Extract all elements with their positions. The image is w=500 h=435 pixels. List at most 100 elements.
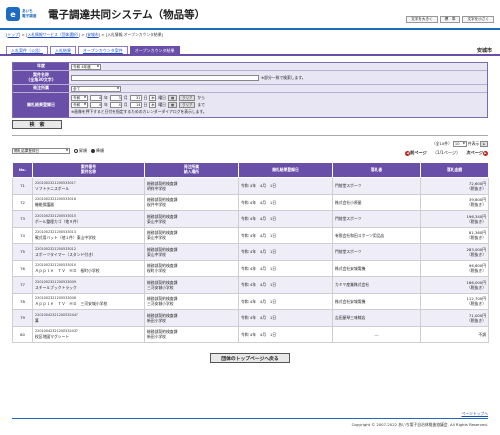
tab-open-counter-cases[interactable]: オープンカウンタ案件 [78,46,128,54]
tab-bid-notices[interactable]: 入札案件（公告） [6,46,48,54]
case-name-link[interactable]: Ａｐｐｌｅ ＴＶ ＨＤ 三河安城小学校 [35,301,142,306]
per-page-select[interactable]: 10 [452,141,467,147]
delivery-place: 東山中学校 [147,251,166,257]
table-row: 74 2201002321200533013 軟式用バット（他１件）東山中学校 総務部… [12,226,489,244]
winner: カミヤ産業株式会社 [332,276,421,294]
next-page-link[interactable]: 次ページ▶ [466,150,488,156]
from-weekday: 木 [149,95,157,101]
amount-cell: 196,340円 （税抜き） [420,210,489,228]
font-small-button[interactable]: 文字を小さく [462,16,494,23]
amount: 不調 [478,331,486,337]
tax-note: （税抜き） [467,268,486,274]
dept-cell: 総務部契約検査課 三河安城小学校 [144,276,239,294]
row-no: 76 [12,259,33,277]
to-suffix: まで [197,102,205,107]
case-name-link[interactable]: スチールブックトラック [35,285,142,290]
delivery-place: 東山中学校 [147,235,166,241]
to-era-select[interactable]: 令和 [71,102,88,108]
winner: 株式会社安城電機 [332,259,421,277]
tax-note: （税抜き） [467,317,486,323]
amount-cell: 283,000円 （税抜き） [420,243,489,261]
per-page-control: （全10件） 10 件表示 ▸ [432,141,488,147]
case-name-link[interactable]: 校区地図マグシート [35,334,142,339]
from-year-input[interactable]: 4 [90,95,102,101]
tab-bid-results[interactable]: 入札結果 [50,46,76,54]
table-row: 75 2201002321200533012 スポーツタイマー（スタンド付き） 総務部… [12,243,489,261]
back-to-org-top-button[interactable]: 団体のトップページへ戻る [210,353,290,363]
ascending-radio[interactable]: 昇順 [74,148,87,154]
row-no: 71 [12,177,33,195]
case-cell: 2201002321200533009 スチールブックトラック [32,276,145,294]
table-row: 77 2201002321200533009 スチールブックトラック 総務部契約検査課… [12,276,489,294]
amount-cell: 71,000円 （税抜き） [420,309,489,327]
logo-line2: 電子調達 [22,14,37,18]
to-clear-button[interactable]: クリア [179,102,196,108]
amount-cell: 166,000円 （税抜き） [420,276,489,294]
winner: 株式会社安城電機 [332,292,421,310]
to-year-input[interactable]: 4 [90,102,102,108]
case-cell: 2201004232120053243? 校区地図マグシート [32,325,145,343]
case-name-link[interactable]: ボール整理カゴ（他９件） [35,219,142,224]
table-row: 73 2201002321200533015 ボール整理カゴ（他９件） 総務部契約検査… [12,210,489,228]
delivery-place: 三河安城小学校 [147,284,174,290]
breadcrumb-top[interactable]: トップ [7,32,18,37]
winner: 門前堂スポーツ [332,243,421,261]
to-weekday-label: 曜日 [158,102,166,107]
breadcrumb-org-select[interactable]: 入札情報サービス（団体選択） [27,32,78,37]
tab-bar: 入札案件（公告） 入札結果 オープンカウンタ案件 オープンカウンタ結果 安城市 [0,44,500,56]
search-button[interactable]: 検 索 [12,120,62,129]
dept-cell: 総務部契約検査課 新田小学校 [144,325,239,343]
case-name-link[interactable]: 箒 [35,318,142,323]
tax-note: （税抜き） [467,202,486,208]
prev-page-link[interactable]: ◀前ページ [405,150,427,156]
dept-cell: 総務部契約検査課 東山中学校 [144,226,239,244]
winner: 株式会社小原屋 [332,193,421,211]
tab-open-counter-results[interactable]: オープンカウンタ結果 [129,46,180,54]
from-suffix: から [197,95,205,100]
result-date: 令和 4年 4月 1日 [238,259,333,277]
case-name-link[interactable]: 機能保護器 [35,202,142,207]
col-date: 開札結果登録日 [238,162,333,178]
department-select[interactable]: 全て [71,85,121,92]
page-top-link[interactable]: ページトップへ [461,411,488,417]
result-date: 令和 4年 4月 1日 [238,177,333,195]
total-count: （全10件） [431,141,452,146]
per-page-apply-button[interactable]: ▸ [480,141,488,147]
sort-select[interactable]: 開札結果登録日 [12,148,70,154]
descending-radio[interactable]: 降順 [91,148,104,154]
next-arrow-icon: ▶ [483,150,488,156]
result-date-label: 開札結果登録日 [13,93,69,117]
case-cell: 2201002321200533012 スポーツタイマー（スタンド付き） [32,243,145,261]
delivery-place: 新田小学校 [147,334,166,340]
from-era-select[interactable]: 令和 [71,95,88,101]
case-name-link[interactable]: Ａｐｐｌｅ ＴＶ ＨＤ 桜町小学校 [35,268,142,273]
row-no: 80 [12,325,33,343]
font-large-button[interactable]: 文字を大きく [406,16,438,23]
col-dept: 発注所属 納入場所 [144,162,239,178]
calendar-icon[interactable]: ▦ [167,102,178,108]
delivery-place: 三河安城小学校 [147,301,174,307]
calendar-icon[interactable]: ▦ [167,95,178,101]
case-name-link[interactable]: 軟式用バット（他１件）東山中学校 [35,235,142,240]
table-header-row: No. 案件番号 案件名称 発注所属 納入場所 開札結果登録日 落札者 落札金額 [12,162,489,178]
from-day-input[interactable]: 31 [129,95,142,101]
breadcrumb-city[interactable]: 安城市 [87,32,98,37]
col-winner: 落札者 [332,162,421,178]
amount-cell: 112,700円 （税抜き） [420,292,489,310]
tax-note: （税抜き） [467,284,486,290]
from-clear-button[interactable]: クリア [179,95,196,101]
case-name-input[interactable] [71,74,259,81]
to-day-input[interactable]: 14 [129,102,142,108]
search-form: 年度 令和 4年度 案件名称 (全角30文字) ※部分一致で検索します。 発注所… [12,62,488,118]
font-standard-button[interactable]: 標 準 [439,16,461,23]
to-month-input[interactable]: 4 [109,102,122,108]
site-logo[interactable]: e あいち 電子調達 [6,4,44,24]
result-date: 令和 4年 4月 1日 [238,193,333,211]
case-name-link[interactable]: スポーツタイマー（スタンド付き） [35,252,142,257]
row-no: 75 [12,243,33,261]
from-month-input[interactable]: 3 [109,95,122,101]
row-no: 74 [12,226,33,244]
case-name-link[interactable]: ソフトテニスボール [35,186,142,191]
result-date: 令和 4年 4月 1日 [238,210,333,228]
fiscal-year-select[interactable]: 令和 4年度 [71,63,101,70]
